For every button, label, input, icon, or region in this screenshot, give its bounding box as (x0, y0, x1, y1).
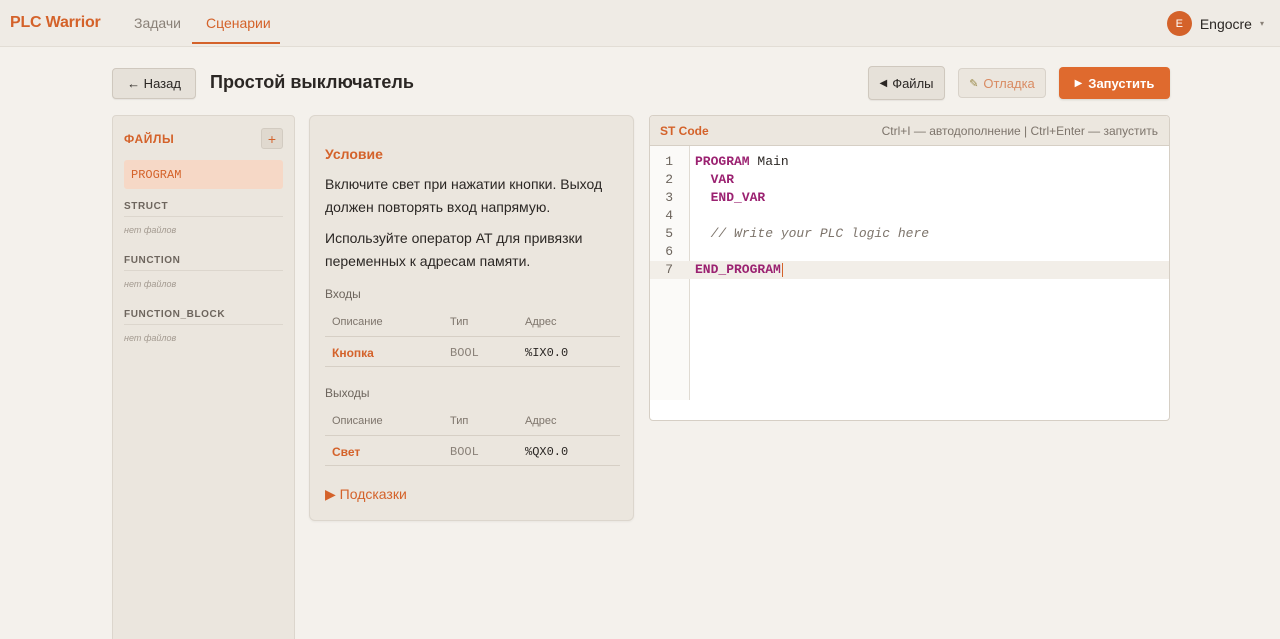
code-line[interactable]: 3 END_VAR (650, 189, 1169, 207)
top-navbar: PLC Warrior Задачи Сценарии E Engocre ▾ (0, 0, 1280, 47)
editor-language: ST Code (660, 124, 709, 138)
editor-toolbar: ST Code Ctrl+I — автодополнение | Ctrl+E… (650, 116, 1169, 146)
line-number: 2 (665, 172, 673, 187)
hints-toggle[interactable]: ▶ Подсказки (325, 486, 407, 503)
code-text[interactable]: END_VAR (695, 189, 766, 207)
code-keyword: END_PROGRAM (695, 262, 781, 277)
outputs-caption: Выходы (325, 386, 370, 400)
editor-shortcuts-hint: Ctrl+I — автодополнение | Ctrl+Enter — з… (881, 124, 1158, 138)
column-header: Тип (450, 415, 469, 427)
column-header: Описание (332, 316, 383, 328)
table-header: Описание Тип Адрес (325, 406, 620, 436)
file-item-program[interactable]: PROGRAM (124, 160, 283, 189)
input-description: Кнопка (332, 346, 374, 360)
avatar[interactable]: E (1166, 11, 1192, 36)
code-line[interactable]: 2 VAR (650, 171, 1169, 189)
code-keyword: END_VAR (710, 190, 766, 205)
code-text[interactable]: PROGRAM Main (695, 153, 789, 171)
username[interactable]: Engocre (1200, 16, 1252, 32)
code-editor[interactable]: ST Code Ctrl+I — автодополнение | Ctrl+E… (649, 115, 1170, 421)
add-file-button[interactable]: + (261, 128, 283, 149)
input-type: BOOL (450, 346, 479, 360)
section-function: FUNCTION (124, 255, 283, 271)
debug-button[interactable]: ✎ Отладка (958, 68, 1046, 98)
text-cursor (781, 262, 783, 277)
section-struct-empty: нет файлов (124, 225, 177, 235)
code-identifier: Main (749, 154, 789, 169)
section-function-empty: нет файлов (124, 279, 177, 289)
task-panel: Условие Включите свет при нажатии кнопки… (309, 115, 634, 521)
run-button-label: Запустить (1088, 75, 1155, 91)
code-comment: // Write your PLC logic here (710, 226, 930, 241)
files-sidebar: ФАЙЛЫ + PROGRAM STRUCT нет файлов FUNCTI… (112, 115, 295, 639)
inputs-caption: Входы (325, 287, 361, 301)
nav-tab-scenarios[interactable]: Сценарии (206, 15, 271, 31)
line-number: 3 (665, 190, 673, 205)
files-heading: ФАЙЛЫ (124, 132, 175, 146)
line-number: 1 (665, 154, 673, 169)
code-text[interactable]: END_PROGRAM (695, 261, 783, 279)
task-note: Используйте оператор AT для привязки пер… (325, 230, 583, 269)
output-type: BOOL (450, 445, 479, 459)
line-number: 4 (665, 208, 673, 223)
triangle-left-icon: ◀ (879, 77, 888, 89)
code-keyword: VAR (710, 172, 735, 187)
back-button[interactable]: ← Назад (112, 68, 196, 99)
column-header: Тип (450, 316, 469, 328)
column-header: Адрес (525, 316, 557, 328)
code-line[interactable]: 6 (650, 243, 1169, 261)
section-function-block: FUNCTION_BLOCK (124, 309, 283, 325)
page-title: Простой выключатель (210, 72, 414, 92)
code-line[interactable]: 4 (650, 207, 1169, 225)
column-header: Адрес (525, 415, 557, 427)
outputs-table: Описание Тип Адрес Свет BOOL %QX0.0 (325, 406, 620, 466)
inputs-table: Описание Тип Адрес Кнопка BOOL %IX0.0 (325, 307, 620, 367)
play-icon: ▶ (1074, 77, 1083, 89)
code-line-active[interactable]: 7 END_PROGRAM (650, 261, 1169, 279)
code-text[interactable]: VAR (695, 171, 734, 189)
code-line[interactable]: 5 // Write your PLC logic here (650, 225, 1169, 243)
active-tab-indicator (192, 42, 280, 44)
section-function-block-empty: нет файлов (124, 333, 177, 343)
chevron-down-icon[interactable]: ▾ (1260, 19, 1264, 28)
output-address: %QX0.0 (525, 445, 569, 459)
task-title: Условие (325, 146, 383, 162)
table-header: Описание Тип Адрес (325, 307, 620, 337)
debug-button-label: Отладка (983, 75, 1035, 91)
table-row: Свет BOOL %QX0.0 (325, 436, 620, 466)
code-text[interactable]: // Write your PLC logic here (695, 225, 929, 243)
files-button[interactable]: ◀ Файлы (868, 66, 945, 100)
output-description: Свет (332, 445, 361, 459)
brand-logo[interactable]: PLC Warrior (10, 14, 101, 32)
run-button[interactable]: ▶ Запустить (1059, 67, 1170, 99)
line-number: 6 (665, 244, 673, 259)
line-number: 7 (665, 262, 673, 277)
task-description: Включите свет при нажатии кнопки. Выход … (325, 176, 603, 215)
pencil-icon: ✎ (969, 77, 979, 90)
nav-tab-tasks[interactable]: Задачи (134, 15, 181, 31)
column-header: Описание (332, 415, 383, 427)
code-keyword: PROGRAM (695, 154, 750, 169)
table-row: Кнопка BOOL %IX0.0 (325, 337, 620, 367)
files-button-label: Файлы (892, 75, 934, 91)
input-address: %IX0.0 (525, 346, 569, 360)
code-line[interactable]: 1 PROGRAM Main (650, 153, 1169, 171)
line-number: 5 (665, 226, 673, 241)
user-menu[interactable]: E Engocre ▾ (1166, 11, 1264, 36)
section-struct: STRUCT (124, 201, 283, 217)
